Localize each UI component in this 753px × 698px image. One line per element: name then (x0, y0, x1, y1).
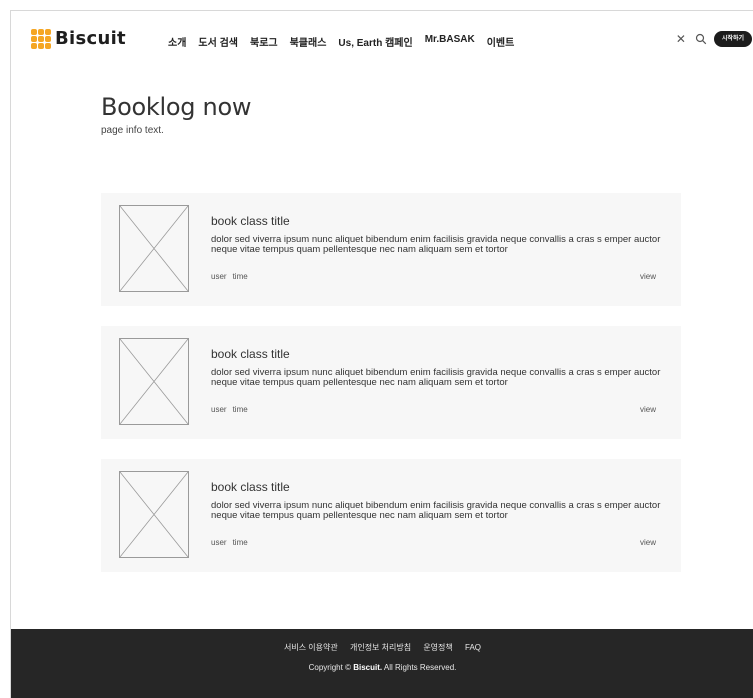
card-user: user (211, 405, 227, 414)
footer-link-terms[interactable]: 서비스 이용약관 (284, 643, 338, 652)
footer-link-faq[interactable]: FAQ (465, 643, 481, 652)
copyright-prefix: Copyright © (308, 663, 351, 672)
booklog-card[interactable]: book class title dolor sed viverra ipsum… (101, 326, 681, 439)
page-frame: Biscuit 소개 도서 검색 북로그 북클래스 Us, Earth 캠페인 … (10, 10, 753, 698)
card-meta: user time (211, 405, 254, 414)
nav-item-event[interactable]: 이벤트 (487, 34, 515, 49)
logo-text: Biscuit (55, 28, 126, 49)
card-time: time (232, 272, 248, 281)
card-view-link[interactable]: view (640, 272, 656, 281)
nav-item-us-earth-campaign[interactable]: Us, Earth 캠페인 (338, 34, 412, 49)
card-user: user (211, 272, 227, 281)
start-button[interactable]: 시작하기 (713, 31, 752, 47)
nav-item-book-search[interactable]: 도서 검색 (198, 34, 238, 49)
card-title[interactable]: book class title (211, 480, 290, 494)
image-placeholder-icon (119, 205, 189, 292)
card-meta: user time (211, 272, 254, 281)
footer-link-privacy[interactable]: 개인정보 처리방침 (350, 643, 411, 652)
card-description: dolor sed viverra ipsum nunc aliquet bib… (211, 234, 661, 255)
card-time: time (232, 405, 248, 414)
card-time: time (232, 538, 248, 547)
site-header: Biscuit 소개 도서 검색 북로그 북클래스 Us, Earth 캠페인 … (11, 11, 753, 69)
close-icon[interactable]: ✕ (676, 33, 686, 45)
site-footer: 서비스 이용약관 개인정보 처리방침 운영정책 FAQ Copyright © … (11, 629, 753, 698)
logo[interactable]: Biscuit (31, 28, 126, 49)
nav-item-booklog[interactable]: 북로그 (250, 34, 278, 49)
image-placeholder-icon (119, 338, 189, 425)
card-description: dolor sed viverra ipsum nunc aliquet bib… (211, 500, 661, 521)
card-view-link[interactable]: view (640, 405, 656, 414)
header-actions: ✕ 시작하기 (676, 31, 752, 47)
nav-item-intro[interactable]: 소개 (168, 34, 186, 49)
card-view-link[interactable]: view (640, 538, 656, 547)
copyright-brand: Biscuit. (353, 663, 383, 672)
footer-links: 서비스 이용약관 개인정보 처리방침 운영정책 FAQ (11, 642, 753, 653)
nav-item-bookclass[interactable]: 북클래스 (290, 34, 327, 49)
card-title[interactable]: book class title (211, 214, 290, 228)
image-placeholder-icon (119, 471, 189, 558)
footer-link-policy[interactable]: 운영정책 (423, 643, 452, 652)
nav-item-mr-basak[interactable]: Mr.BASAK (425, 34, 475, 49)
main-nav: 소개 도서 검색 북로그 북클래스 Us, Earth 캠페인 Mr.BASAK… (168, 34, 526, 49)
card-title[interactable]: book class title (211, 347, 290, 361)
page-info: page info text. (101, 125, 164, 136)
biscuit-logo-icon (31, 28, 51, 49)
copyright-suffix: All Rights Reserved. (383, 663, 457, 672)
card-user: user (211, 538, 227, 547)
search-icon[interactable] (695, 33, 707, 45)
card-description: dolor sed viverra ipsum nunc aliquet bib… (211, 367, 661, 388)
card-meta: user time (211, 538, 254, 547)
page-title: Booklog now (101, 93, 252, 121)
copyright: Copyright © Biscuit. All Rights Reserved… (11, 663, 753, 672)
booklog-card[interactable]: book class title dolor sed viverra ipsum… (101, 193, 681, 306)
booklog-card[interactable]: book class title dolor sed viverra ipsum… (101, 459, 681, 572)
